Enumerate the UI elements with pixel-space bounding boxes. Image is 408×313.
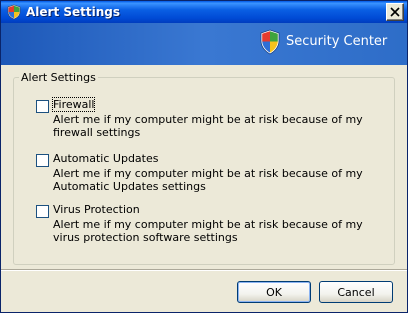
security-center-banner: Security Center (1, 23, 407, 65)
window-title: Alert Settings (26, 5, 121, 19)
automatic-updates-label[interactable]: Automatic Updates (53, 152, 158, 165)
close-icon (390, 7, 400, 17)
banner-title: Security Center (286, 34, 388, 49)
separator (1, 269, 407, 271)
security-shield-icon (259, 29, 281, 55)
virus-protection-label[interactable]: Virus Protection (53, 203, 140, 216)
firewall-checkbox[interactable] (36, 100, 49, 113)
virus-protection-description: Alert me if my computer might be at risk… (53, 218, 363, 244)
virus-protection-checkbox[interactable] (36, 205, 49, 218)
close-button[interactable] (386, 3, 404, 21)
automatic-updates-checkbox[interactable] (36, 154, 49, 167)
security-shield-icon (6, 4, 22, 20)
cancel-button[interactable]: Cancel (319, 281, 393, 303)
ok-button[interactable]: OK (237, 281, 311, 303)
alert-settings-dialog: Alert Settings Security Center Alert Set… (0, 0, 408, 313)
firewall-label[interactable]: Firewall (51, 97, 96, 112)
group-label: Alert Settings (19, 71, 98, 84)
firewall-description: Alert me if my computer might be at risk… (53, 113, 363, 139)
title-bar[interactable]: Alert Settings (1, 1, 407, 23)
automatic-updates-description: Alert me if my computer might be at risk… (53, 167, 363, 193)
